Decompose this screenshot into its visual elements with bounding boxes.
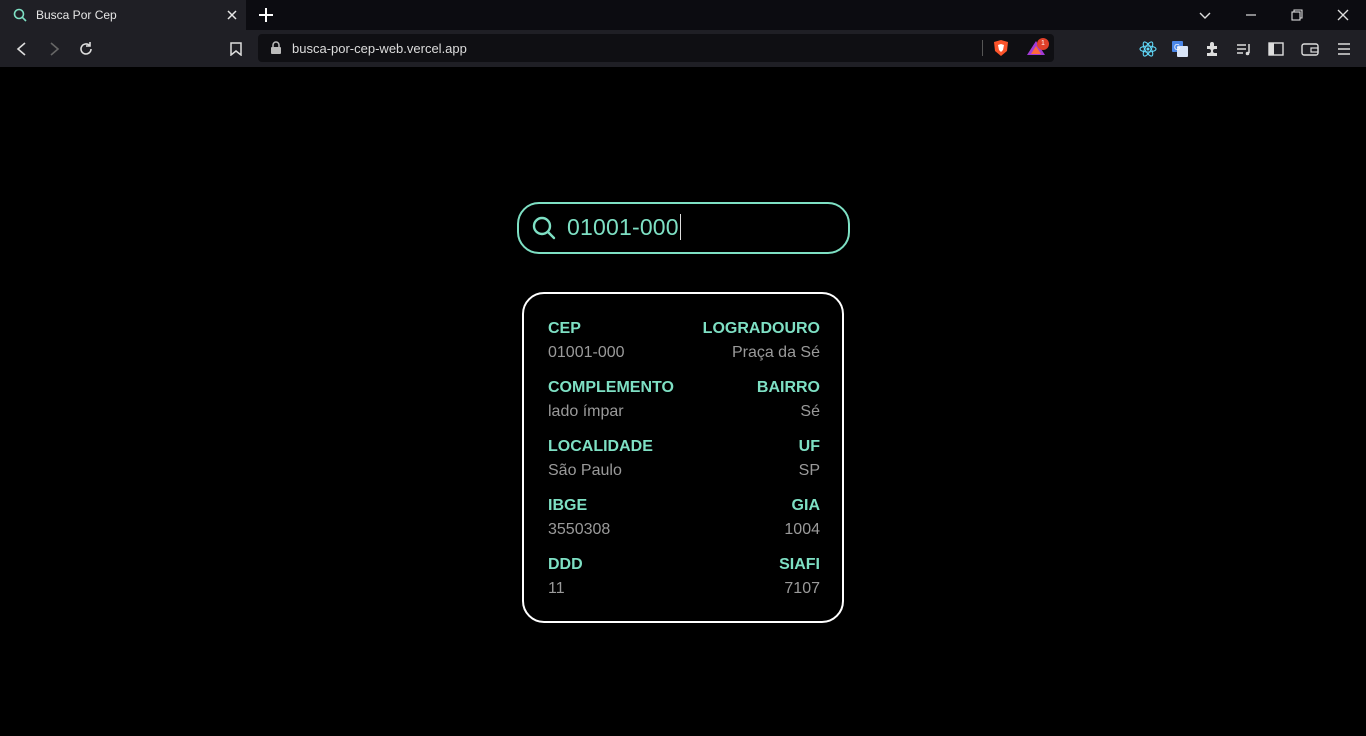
- result-row: CEP 01001-000 LOGRADOURO Praça da Sé: [548, 319, 820, 369]
- browser-tab[interactable]: Busca Por Cep: [0, 0, 246, 30]
- rewards-badge: 1: [1037, 38, 1049, 50]
- field-value: 1004: [784, 521, 820, 538]
- tab-search-icon[interactable]: [1182, 0, 1228, 30]
- cep-search-input[interactable]: 01001-000: [567, 214, 681, 241]
- field-label: DDD: [548, 556, 583, 573]
- field-value: 7107: [784, 580, 820, 597]
- url-text[interactable]: busca-por-cep-web.vercel.app: [292, 41, 467, 56]
- result-row: DDD 11 SIAFI 7107: [548, 555, 820, 605]
- result-row: LOCALIDADE São Paulo UF SP: [548, 437, 820, 487]
- bookmark-icon[interactable]: [226, 39, 246, 59]
- search-favicon-icon: [13, 8, 27, 22]
- result-row: COMPLEMENTO lado ímpar BAIRRO Sé: [548, 378, 820, 428]
- field-value: SP: [798, 462, 820, 479]
- field-label: BAIRRO: [756, 379, 820, 396]
- field-label: LOCALIDADE: [548, 438, 653, 455]
- field-uf: UF SP: [799, 437, 820, 481]
- field-ddd: DDD 11: [548, 555, 583, 599]
- tab-title: Busca Por Cep: [36, 8, 117, 22]
- reload-icon[interactable]: [76, 39, 96, 59]
- field-value: 3550308: [548, 521, 611, 538]
- wallet-icon[interactable]: [1300, 39, 1320, 59]
- menu-icon[interactable]: [1334, 39, 1354, 59]
- address-result-card: CEP 01001-000 LOGRADOURO Praça da Sé COM…: [522, 292, 844, 623]
- field-value: Sé: [800, 403, 820, 420]
- close-window-icon[interactable]: [1320, 0, 1366, 30]
- address-bar[interactable]: busca-por-cep-web.vercel.app 1: [258, 34, 1054, 62]
- sidebar-icon[interactable]: [1266, 39, 1286, 59]
- new-tab-icon[interactable]: [257, 6, 275, 24]
- react-devtools-icon[interactable]: [1138, 39, 1158, 59]
- field-complemento: COMPLEMENTO lado ímpar: [548, 378, 674, 422]
- field-label: GIA: [791, 497, 820, 514]
- field-bairro: BAIRRO Sé: [757, 378, 820, 422]
- field-gia: GIA 1004: [784, 496, 820, 540]
- media-queue-icon[interactable]: [1234, 39, 1254, 59]
- field-value: 11: [548, 580, 565, 597]
- field-value: Praça da Sé: [731, 344, 820, 361]
- field-label: COMPLEMENTO: [548, 379, 674, 396]
- omnibox-divider: [982, 40, 983, 56]
- brave-shields-icon[interactable]: [992, 39, 1010, 57]
- field-value: lado ímpar: [548, 403, 624, 420]
- field-value: 01001-000: [548, 344, 625, 361]
- field-label: CEP: [548, 320, 581, 337]
- lock-icon[interactable]: [270, 41, 282, 55]
- back-icon[interactable]: [12, 39, 32, 59]
- field-label: SIAFI: [779, 556, 820, 573]
- tab-close-icon[interactable]: [224, 7, 240, 23]
- minimize-icon[interactable]: [1228, 0, 1274, 30]
- field-label: LOGRADOURO: [702, 320, 820, 337]
- search-icon: [532, 216, 556, 240]
- translate-icon[interactable]: G: [1170, 39, 1190, 59]
- tab-strip: Busca Por Cep: [0, 0, 1366, 30]
- field-siafi: SIAFI 7107: [779, 555, 820, 599]
- forward-icon[interactable]: [44, 39, 64, 59]
- svg-text:G: G: [1174, 43, 1180, 52]
- field-label: UF: [798, 438, 820, 455]
- field-ibge: IBGE 3550308: [548, 496, 610, 540]
- field-cep: CEP 01001-000: [548, 319, 625, 363]
- result-row: IBGE 3550308 GIA 1004: [548, 496, 820, 546]
- field-value: São Paulo: [548, 462, 622, 479]
- text-caret: [679, 214, 681, 240]
- extensions-icon[interactable]: [1202, 39, 1222, 59]
- restore-icon[interactable]: [1274, 0, 1320, 30]
- field-localidade: LOCALIDADE São Paulo: [548, 437, 653, 481]
- cep-search-box[interactable]: 01001-000: [517, 202, 850, 254]
- field-label: IBGE: [548, 497, 588, 514]
- field-logradouro: LOGRADOURO Praça da Sé: [703, 319, 820, 363]
